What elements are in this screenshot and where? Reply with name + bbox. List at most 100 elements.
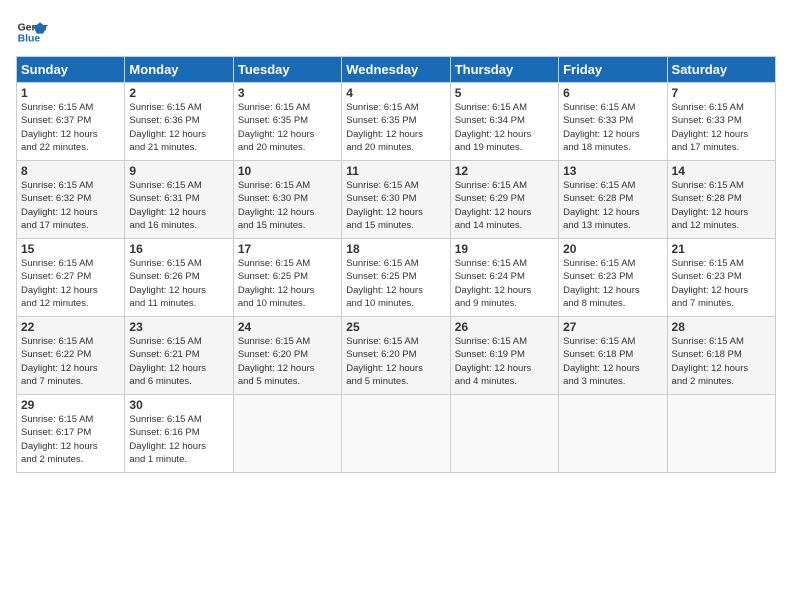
day-number: 19	[455, 242, 554, 256]
calendar-week-row: 1Sunrise: 6:15 AM Sunset: 6:37 PM Daylig…	[17, 83, 776, 161]
calendar-cell: 17Sunrise: 6:15 AM Sunset: 6:25 PM Dayli…	[233, 239, 341, 317]
day-number: 29	[21, 398, 120, 412]
logo-icon: General Blue	[16, 16, 48, 48]
calendar-cell: 26Sunrise: 6:15 AM Sunset: 6:19 PM Dayli…	[450, 317, 558, 395]
calendar-cell: 30Sunrise: 6:15 AM Sunset: 6:16 PM Dayli…	[125, 395, 233, 473]
day-number: 9	[129, 164, 228, 178]
calendar-cell: 9Sunrise: 6:15 AM Sunset: 6:31 PM Daylig…	[125, 161, 233, 239]
calendar-cell: 14Sunrise: 6:15 AM Sunset: 6:28 PM Dayli…	[667, 161, 775, 239]
day-number: 3	[238, 86, 337, 100]
day-number: 20	[563, 242, 662, 256]
calendar-header-thursday: Thursday	[450, 57, 558, 83]
calendar-cell: 6Sunrise: 6:15 AM Sunset: 6:33 PM Daylig…	[559, 83, 667, 161]
calendar-cell	[233, 395, 341, 473]
day-info: Sunrise: 6:15 AM Sunset: 6:29 PM Dayligh…	[455, 179, 554, 232]
calendar-cell: 29Sunrise: 6:15 AM Sunset: 6:17 PM Dayli…	[17, 395, 125, 473]
day-info: Sunrise: 6:15 AM Sunset: 6:25 PM Dayligh…	[238, 257, 337, 310]
calendar-cell	[450, 395, 558, 473]
calendar-header-monday: Monday	[125, 57, 233, 83]
day-info: Sunrise: 6:15 AM Sunset: 6:26 PM Dayligh…	[129, 257, 228, 310]
day-number: 15	[21, 242, 120, 256]
calendar-cell: 5Sunrise: 6:15 AM Sunset: 6:34 PM Daylig…	[450, 83, 558, 161]
day-number: 23	[129, 320, 228, 334]
day-number: 30	[129, 398, 228, 412]
calendar-week-row: 29Sunrise: 6:15 AM Sunset: 6:17 PM Dayli…	[17, 395, 776, 473]
calendar-header-friday: Friday	[559, 57, 667, 83]
day-number: 13	[563, 164, 662, 178]
calendar-cell: 24Sunrise: 6:15 AM Sunset: 6:20 PM Dayli…	[233, 317, 341, 395]
calendar-cell: 11Sunrise: 6:15 AM Sunset: 6:30 PM Dayli…	[342, 161, 450, 239]
day-number: 25	[346, 320, 445, 334]
calendar-cell: 15Sunrise: 6:15 AM Sunset: 6:27 PM Dayli…	[17, 239, 125, 317]
day-number: 18	[346, 242, 445, 256]
calendar-header-wednesday: Wednesday	[342, 57, 450, 83]
calendar-body: 1Sunrise: 6:15 AM Sunset: 6:37 PM Daylig…	[17, 83, 776, 473]
day-info: Sunrise: 6:15 AM Sunset: 6:22 PM Dayligh…	[21, 335, 120, 388]
day-number: 12	[455, 164, 554, 178]
day-number: 26	[455, 320, 554, 334]
day-info: Sunrise: 6:15 AM Sunset: 6:23 PM Dayligh…	[672, 257, 771, 310]
day-info: Sunrise: 6:15 AM Sunset: 6:30 PM Dayligh…	[238, 179, 337, 232]
calendar-cell: 8Sunrise: 6:15 AM Sunset: 6:32 PM Daylig…	[17, 161, 125, 239]
calendar-cell: 10Sunrise: 6:15 AM Sunset: 6:30 PM Dayli…	[233, 161, 341, 239]
calendar-cell	[667, 395, 775, 473]
calendar-header-sunday: Sunday	[17, 57, 125, 83]
calendar-header-row: SundayMondayTuesdayWednesdayThursdayFrid…	[17, 57, 776, 83]
calendar-cell: 25Sunrise: 6:15 AM Sunset: 6:20 PM Dayli…	[342, 317, 450, 395]
day-number: 28	[672, 320, 771, 334]
calendar-cell	[559, 395, 667, 473]
day-info: Sunrise: 6:15 AM Sunset: 6:33 PM Dayligh…	[563, 101, 662, 154]
svg-text:Blue: Blue	[18, 34, 41, 45]
day-info: Sunrise: 6:15 AM Sunset: 6:30 PM Dayligh…	[346, 179, 445, 232]
calendar-cell: 7Sunrise: 6:15 AM Sunset: 6:33 PM Daylig…	[667, 83, 775, 161]
calendar-table: SundayMondayTuesdayWednesdayThursdayFrid…	[16, 56, 776, 473]
day-number: 5	[455, 86, 554, 100]
day-number: 22	[21, 320, 120, 334]
day-info: Sunrise: 6:15 AM Sunset: 6:17 PM Dayligh…	[21, 413, 120, 466]
day-number: 17	[238, 242, 337, 256]
day-number: 4	[346, 86, 445, 100]
day-number: 14	[672, 164, 771, 178]
calendar-cell: 13Sunrise: 6:15 AM Sunset: 6:28 PM Dayli…	[559, 161, 667, 239]
calendar-cell: 28Sunrise: 6:15 AM Sunset: 6:18 PM Dayli…	[667, 317, 775, 395]
day-info: Sunrise: 6:15 AM Sunset: 6:35 PM Dayligh…	[346, 101, 445, 154]
day-info: Sunrise: 6:15 AM Sunset: 6:18 PM Dayligh…	[672, 335, 771, 388]
day-number: 8	[21, 164, 120, 178]
day-number: 24	[238, 320, 337, 334]
calendar-cell: 23Sunrise: 6:15 AM Sunset: 6:21 PM Dayli…	[125, 317, 233, 395]
day-info: Sunrise: 6:15 AM Sunset: 6:32 PM Dayligh…	[21, 179, 120, 232]
day-info: Sunrise: 6:15 AM Sunset: 6:19 PM Dayligh…	[455, 335, 554, 388]
day-info: Sunrise: 6:15 AM Sunset: 6:24 PM Dayligh…	[455, 257, 554, 310]
day-info: Sunrise: 6:15 AM Sunset: 6:35 PM Dayligh…	[238, 101, 337, 154]
calendar-week-row: 22Sunrise: 6:15 AM Sunset: 6:22 PM Dayli…	[17, 317, 776, 395]
day-info: Sunrise: 6:15 AM Sunset: 6:23 PM Dayligh…	[563, 257, 662, 310]
day-info: Sunrise: 6:15 AM Sunset: 6:36 PM Dayligh…	[129, 101, 228, 154]
calendar-cell: 2Sunrise: 6:15 AM Sunset: 6:36 PM Daylig…	[125, 83, 233, 161]
day-number: 6	[563, 86, 662, 100]
day-number: 21	[672, 242, 771, 256]
day-number: 11	[346, 164, 445, 178]
calendar-cell: 18Sunrise: 6:15 AM Sunset: 6:25 PM Dayli…	[342, 239, 450, 317]
page-header: General Blue	[16, 16, 776, 48]
day-number: 7	[672, 86, 771, 100]
day-info: Sunrise: 6:15 AM Sunset: 6:27 PM Dayligh…	[21, 257, 120, 310]
day-number: 10	[238, 164, 337, 178]
day-number: 1	[21, 86, 120, 100]
calendar-cell: 20Sunrise: 6:15 AM Sunset: 6:23 PM Dayli…	[559, 239, 667, 317]
calendar-cell	[342, 395, 450, 473]
calendar-header-tuesday: Tuesday	[233, 57, 341, 83]
day-info: Sunrise: 6:15 AM Sunset: 6:28 PM Dayligh…	[672, 179, 771, 232]
day-info: Sunrise: 6:15 AM Sunset: 6:20 PM Dayligh…	[346, 335, 445, 388]
calendar-week-row: 15Sunrise: 6:15 AM Sunset: 6:27 PM Dayli…	[17, 239, 776, 317]
calendar-cell: 12Sunrise: 6:15 AM Sunset: 6:29 PM Dayli…	[450, 161, 558, 239]
day-number: 2	[129, 86, 228, 100]
day-info: Sunrise: 6:15 AM Sunset: 6:16 PM Dayligh…	[129, 413, 228, 466]
calendar-cell: 3Sunrise: 6:15 AM Sunset: 6:35 PM Daylig…	[233, 83, 341, 161]
day-info: Sunrise: 6:15 AM Sunset: 6:34 PM Dayligh…	[455, 101, 554, 154]
calendar-cell: 27Sunrise: 6:15 AM Sunset: 6:18 PM Dayli…	[559, 317, 667, 395]
day-info: Sunrise: 6:15 AM Sunset: 6:28 PM Dayligh…	[563, 179, 662, 232]
day-info: Sunrise: 6:15 AM Sunset: 6:31 PM Dayligh…	[129, 179, 228, 232]
calendar-week-row: 8Sunrise: 6:15 AM Sunset: 6:32 PM Daylig…	[17, 161, 776, 239]
day-number: 27	[563, 320, 662, 334]
day-info: Sunrise: 6:15 AM Sunset: 6:18 PM Dayligh…	[563, 335, 662, 388]
